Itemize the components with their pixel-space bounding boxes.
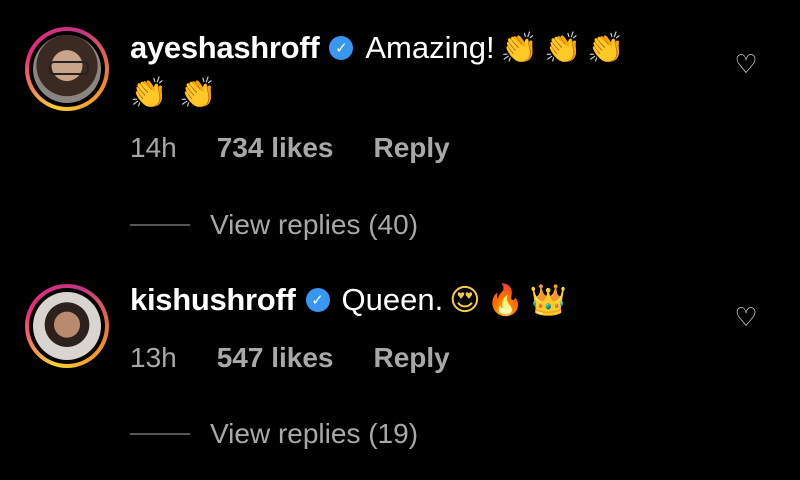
comment-item: kishushroff ✓ Queen. 😍 🔥 👑 13h 547 likes… <box>0 270 800 480</box>
verified-badge-icon: ✓ <box>305 288 330 312</box>
reply-button[interactable]: Reply <box>374 132 450 164</box>
heart-icon[interactable]: ♡ <box>733 305 759 331</box>
clapping-hands-emoji: 👏 <box>543 30 582 66</box>
view-replies-label: View replies (40) <box>210 209 419 240</box>
comment-text: Amazing! <box>365 30 495 65</box>
avatar[interactable] <box>33 35 101 103</box>
clapping-hands-emoji: 👏 <box>130 76 168 111</box>
comment-item: ayeshashroff ✓ Amazing! 👏 👏 👏 👏 👏 14h 73… <box>0 0 800 270</box>
clapping-hands-emoji: 👏 <box>179 76 217 111</box>
replies-divider <box>130 433 190 435</box>
comment-username[interactable]: ayeshashroff <box>130 30 320 66</box>
avatar-story-ring[interactable] <box>25 284 109 368</box>
comment-timestamp: 13h <box>130 342 177 373</box>
comment-text: Queen. <box>341 282 444 317</box>
comment-likes-count[interactable]: 547 likes <box>217 342 334 374</box>
verified-badge-icon: ✓ <box>329 36 354 60</box>
replies-divider <box>130 224 190 226</box>
comment-timestamp: 14h <box>130 132 177 163</box>
avatar[interactable] <box>33 292 101 360</box>
avatar-glasses-detail <box>49 61 89 75</box>
reply-button[interactable]: Reply <box>374 342 450 374</box>
comment-likes-count[interactable]: 734 likes <box>217 132 334 164</box>
view-replies-label: View replies (19) <box>210 418 419 449</box>
view-replies-button[interactable]: View replies (40) <box>130 209 418 241</box>
heart-icon[interactable]: ♡ <box>733 52 759 78</box>
comment-username[interactable]: kishushroff <box>130 282 296 318</box>
crown-emoji: 👑 <box>529 282 568 318</box>
avatar-story-ring[interactable] <box>25 27 109 111</box>
view-replies-button[interactable]: View replies (19) <box>130 418 418 450</box>
clapping-hands-emoji: 👏 <box>587 30 625 66</box>
fire-emoji: 🔥 <box>486 282 524 318</box>
clapping-hands-emoji: 👏 <box>500 30 538 66</box>
heart-eyes-emoji: 😍 <box>449 282 481 318</box>
